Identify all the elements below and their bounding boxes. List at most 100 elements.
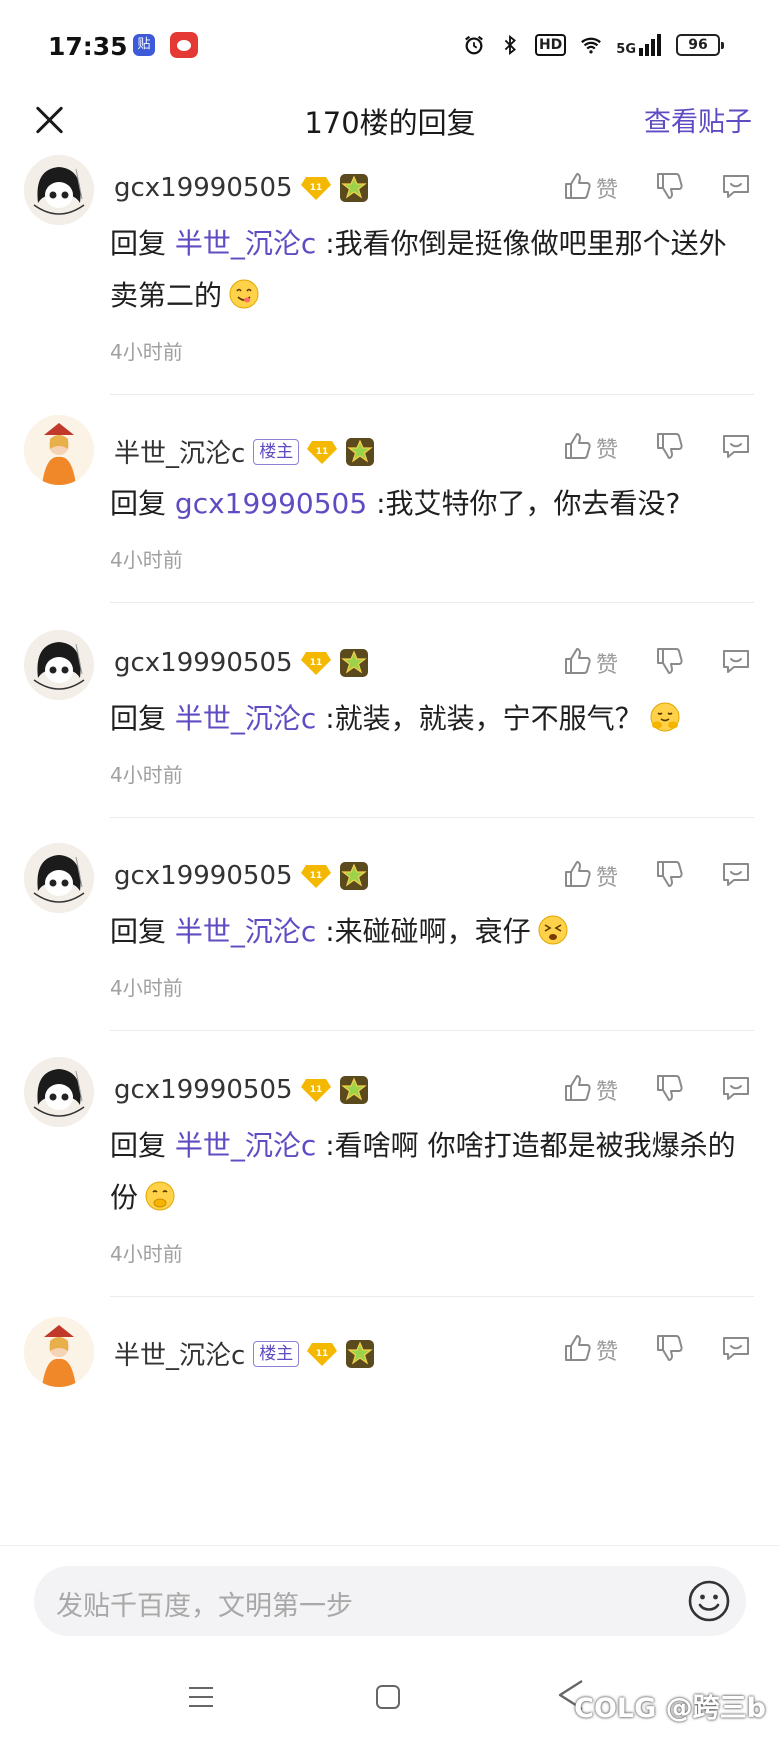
wifi-icon bbox=[581, 37, 602, 54]
thumbs-up-icon bbox=[562, 646, 592, 680]
mentioned-user-link[interactable]: 半世_沉沦c bbox=[175, 227, 316, 260]
avatar[interactable] bbox=[24, 843, 94, 913]
avatar[interactable] bbox=[24, 415, 94, 485]
divider bbox=[110, 817, 754, 818]
reply-text: :我艾特你了，你去看没? bbox=[376, 487, 681, 520]
user-info: gcx19990505 11 bbox=[114, 173, 369, 203]
alarm-icon bbox=[465, 35, 483, 55]
reply-text: :来碰碰啊，衰仔 bbox=[325, 915, 531, 948]
host-badge: 楼主 bbox=[253, 438, 300, 465]
username[interactable]: gcx19990505 bbox=[114, 173, 293, 203]
system-nav-bar: COLG @跨三b bbox=[0, 1660, 780, 1744]
avatar[interactable] bbox=[24, 630, 94, 700]
reply-content: 回复 半世_沉沦c :我看你倒是挺像做吧里那个送外卖第二的 bbox=[110, 218, 752, 322]
reply-prefix: 回复 bbox=[110, 227, 167, 260]
reply-actions: 赞 bbox=[562, 1073, 752, 1107]
level-badge-icon: 11 bbox=[300, 863, 331, 889]
dislike-button[interactable] bbox=[654, 171, 684, 205]
medal-icon bbox=[345, 1339, 375, 1369]
view-post-link[interactable]: 查看贴子 bbox=[644, 100, 752, 139]
avatar[interactable] bbox=[24, 155, 94, 225]
username[interactable]: 半世_沉沦c bbox=[114, 433, 245, 470]
reply-timestamp: 4小时前 bbox=[110, 340, 183, 364]
thumbs-down-icon bbox=[654, 859, 684, 893]
tieba-notification-icon: 贴 bbox=[133, 34, 155, 56]
menu-icon[interactable] bbox=[186, 1682, 216, 1712]
like-label: 赞 bbox=[595, 1340, 618, 1365]
medal-icon bbox=[339, 861, 369, 891]
reply-input-bar: 发贴千百度，文明第一步 bbox=[0, 1545, 780, 1655]
thumbs-up-icon bbox=[562, 431, 592, 465]
app-notification-icon bbox=[170, 32, 198, 58]
comment-button[interactable] bbox=[720, 171, 752, 205]
like-label: 赞 bbox=[595, 653, 618, 678]
like-button[interactable]: 赞 bbox=[562, 1073, 618, 1107]
like-button[interactable]: 赞 bbox=[562, 646, 618, 680]
like-button[interactable]: 赞 bbox=[562, 859, 618, 893]
home-icon[interactable] bbox=[373, 1682, 403, 1712]
reply-prefix: 回复 bbox=[110, 915, 167, 948]
username[interactable]: gcx19990505 bbox=[114, 648, 293, 678]
thumbs-up-icon bbox=[562, 1333, 592, 1367]
like-label: 赞 bbox=[595, 438, 618, 463]
reply-prefix: 回复 bbox=[110, 1129, 167, 1162]
comment-button[interactable] bbox=[720, 1333, 752, 1367]
level-badge-icon: 11 bbox=[307, 439, 338, 465]
medal-icon bbox=[339, 1075, 369, 1105]
mentioned-user-link[interactable]: 半世_沉沦c bbox=[175, 702, 316, 735]
dislike-button[interactable] bbox=[654, 431, 684, 465]
avatar[interactable] bbox=[24, 1317, 94, 1387]
svg-text:11: 11 bbox=[316, 447, 329, 457]
thumbs-up-icon bbox=[562, 1073, 592, 1107]
avatar[interactable] bbox=[24, 1057, 94, 1127]
like-button[interactable]: 赞 bbox=[562, 171, 618, 205]
reply-input[interactable]: 发贴千百度，文明第一步 bbox=[34, 1566, 746, 1636]
mentioned-user-link[interactable]: 半世_沉沦c bbox=[175, 1129, 316, 1162]
squint-emoji bbox=[538, 915, 568, 945]
reply-prefix: 回复 bbox=[110, 702, 167, 735]
svg-text:11: 11 bbox=[309, 871, 322, 881]
dislike-button[interactable] bbox=[654, 1333, 684, 1367]
username[interactable]: 半世_沉沦c bbox=[114, 1335, 245, 1372]
giggle-emoji bbox=[145, 1181, 175, 1211]
like-label: 赞 bbox=[595, 1080, 618, 1105]
like-button[interactable]: 赞 bbox=[562, 431, 618, 465]
reply-content: 回复 半世_沉沦c :看啥啊 你啥打造都是被我爆杀的份 bbox=[110, 1120, 752, 1224]
username[interactable]: gcx19990505 bbox=[114, 861, 293, 891]
comment-button[interactable] bbox=[720, 431, 752, 465]
mentioned-user-link[interactable]: gcx19990505 bbox=[175, 487, 367, 520]
user-info: gcx19990505 11 bbox=[114, 1075, 369, 1105]
thumbs-down-icon bbox=[654, 171, 684, 205]
comment-icon bbox=[720, 1333, 752, 1367]
user-info: 半世_沉沦c 楼主 11 bbox=[114, 433, 375, 470]
svg-text:11: 11 bbox=[309, 1085, 322, 1095]
mentioned-user-link[interactable]: 半世_沉沦c bbox=[175, 915, 316, 948]
username[interactable]: gcx19990505 bbox=[114, 1075, 293, 1105]
thumbs-up-icon bbox=[562, 859, 592, 893]
thumbs-down-icon bbox=[654, 646, 684, 680]
thumbs-down-icon bbox=[654, 1073, 684, 1107]
comment-button[interactable] bbox=[720, 859, 752, 893]
reply-actions: 赞 bbox=[562, 859, 752, 893]
reply-input-placeholder: 发贴千百度，文明第一步 bbox=[56, 1591, 353, 1622]
reply-timestamp: 4小时前 bbox=[110, 976, 183, 1000]
like-label: 赞 bbox=[595, 178, 618, 203]
dislike-button[interactable] bbox=[654, 646, 684, 680]
like-button[interactable]: 赞 bbox=[562, 1333, 618, 1367]
dislike-button[interactable] bbox=[654, 859, 684, 893]
host-badge: 楼主 bbox=[253, 1340, 300, 1367]
dislike-button[interactable] bbox=[654, 1073, 684, 1107]
comment-button[interactable] bbox=[720, 646, 752, 680]
reply-actions: 赞 bbox=[562, 646, 752, 680]
comment-button[interactable] bbox=[720, 1073, 752, 1107]
emoji-picker-icon[interactable] bbox=[686, 1578, 732, 1624]
level-badge-icon: 11 bbox=[300, 650, 331, 676]
user-info: gcx19990505 11 bbox=[114, 861, 369, 891]
like-label: 赞 bbox=[595, 866, 618, 891]
status-bar: 17:35 贴 HD 5G 96 bbox=[0, 0, 780, 90]
user-info: gcx19990505 11 bbox=[114, 648, 369, 678]
hug-emoji bbox=[650, 702, 680, 732]
user-info: 半世_沉沦c 楼主 11 bbox=[114, 1335, 375, 1372]
divider bbox=[110, 1030, 754, 1031]
comment-icon bbox=[720, 859, 752, 893]
